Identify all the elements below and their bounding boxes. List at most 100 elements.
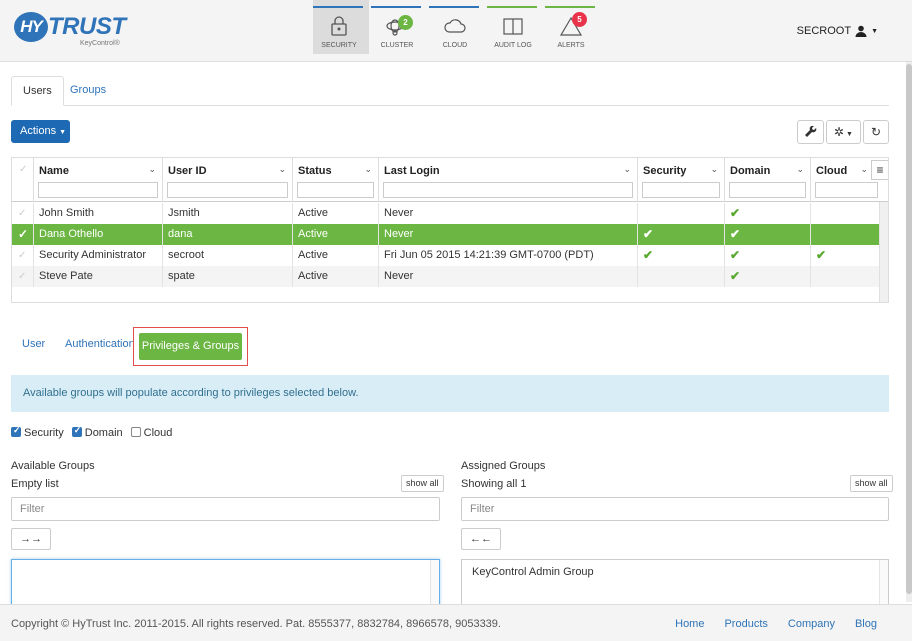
logo-subtitle: KeyControl®: [80, 40, 120, 47]
wrench-button[interactable]: [797, 120, 824, 144]
actions-button[interactable]: Actions ▼: [11, 120, 70, 143]
tab-authentication[interactable]: Authentication: [65, 338, 135, 350]
table-row[interactable]: ✓ John Smith Jsmith Active Never ✔: [12, 203, 880, 224]
tab-privileges-groups[interactable]: Privileges & Groups: [139, 333, 242, 360]
row-select-cell[interactable]: ✓: [12, 245, 34, 266]
column-user-id[interactable]: User ID ⌄: [163, 158, 293, 202]
row-select-cell[interactable]: ✓: [12, 203, 34, 224]
assigned-groups-list[interactable]: KeyControl Admin Group: [461, 559, 889, 609]
cell-status: Active: [293, 266, 379, 287]
info-alert: Available groups will populate according…: [11, 375, 889, 412]
wrench-icon: [804, 125, 816, 137]
status-filter-input[interactable]: [297, 182, 374, 198]
cloud-filter-input[interactable]: [815, 182, 878, 198]
select-all-column[interactable]: ✓: [12, 158, 34, 202]
lock-icon: [331, 16, 347, 36]
table-row[interactable]: ✓ Security Administrator secroot Active Fri …: [12, 245, 880, 266]
domain-filter-input[interactable]: [729, 182, 806, 198]
column-status[interactable]: Status ⌄: [293, 158, 379, 202]
table-row[interactable]: ✓ Steve Pate spate Active Never ✔: [12, 266, 880, 287]
refresh-icon: ↻: [870, 125, 882, 139]
column-menu-button[interactable]: ≡: [871, 160, 888, 180]
check-icon: ✔: [730, 227, 741, 241]
column-name[interactable]: Name ⌄: [34, 158, 163, 202]
app-header: HY TRUST KeyControl® SECURITY 2 CLUSTER: [0, 0, 912, 62]
footer-link-products[interactable]: Products: [724, 618, 767, 630]
column-label: Last Login: [384, 165, 440, 177]
nav-cluster[interactable]: 2 CLUSTER: [371, 0, 427, 54]
table-header: ✓ Name ⌄ User ID ⌄ Status ⌄ Last Login ⌄…: [12, 158, 888, 202]
cell-name: Steve Pate: [34, 266, 163, 287]
security-checkbox[interactable]: Security: [11, 425, 64, 439]
move-all-left-button[interactable]: ←←: [461, 528, 501, 550]
chevron-down-icon: ⌄: [710, 164, 718, 174]
domain-checkbox[interactable]: Domain: [71, 425, 123, 439]
checkbox-label: Domain: [84, 427, 123, 439]
check-icon: ✔: [730, 206, 741, 220]
menu-icon: ≡: [876, 163, 884, 177]
nav-audit-log[interactable]: AUDIT LOG: [487, 0, 543, 54]
tab-user[interactable]: User: [22, 338, 45, 350]
list-item[interactable]: KeyControl Admin Group: [472, 566, 594, 578]
column-cloud[interactable]: Cloud ⌄ ≡: [811, 158, 888, 202]
column-label: Security: [643, 165, 687, 177]
cell-last-login: Fri Jun 05 2015 14:21:39 GMT-0700 (PDT): [379, 245, 638, 266]
user-id-filter-input[interactable]: [167, 182, 288, 198]
nav-label: AUDIT LOG: [494, 42, 532, 49]
cell-user-id: Jsmith: [163, 203, 293, 224]
available-groups-list[interactable]: [11, 559, 440, 609]
table-scrollbar[interactable]: [879, 202, 888, 302]
row-select-cell[interactable]: ✓: [12, 224, 34, 245]
assigned-filter-input[interactable]: Filter: [461, 497, 889, 521]
column-domain[interactable]: Domain ⌄: [725, 158, 811, 202]
page-footer: Copyright © HyTrust Inc. 2011-2015. All …: [0, 604, 912, 641]
table-row[interactable]: ✓ Dana Othello dana Active Never ✔ ✔: [12, 224, 880, 245]
cell-domain: ✔: [725, 224, 811, 245]
chevron-down-icon: ⌄: [148, 164, 156, 174]
check-icon: ✔: [730, 269, 741, 283]
row-select-cell[interactable]: ✓: [12, 266, 34, 287]
nav-cloud[interactable]: CLOUD: [429, 0, 485, 54]
page-scrollbar[interactable]: [906, 62, 912, 602]
available-filter-input[interactable]: Filter: [11, 497, 440, 521]
hytrust-logo[interactable]: HY TRUST KeyControl®: [14, 12, 126, 52]
name-filter-input[interactable]: [38, 182, 158, 198]
assigned-show-all-button[interactable]: show all: [850, 475, 893, 492]
last-login-filter-input[interactable]: [383, 182, 633, 198]
nav-security[interactable]: SECURITY: [313, 0, 369, 54]
cell-status: Active: [293, 224, 379, 245]
list-scrollbar[interactable]: [879, 560, 888, 608]
column-last-login[interactable]: Last Login ⌄: [379, 158, 638, 202]
chevron-down-icon: ⌄: [623, 164, 631, 174]
cell-name: John Smith: [34, 203, 163, 224]
tab-groups[interactable]: Groups: [59, 76, 117, 106]
column-security[interactable]: Security ⌄: [638, 158, 725, 202]
chevron-down-icon: ⌄: [364, 164, 372, 174]
checkbox-label: Cloud: [143, 427, 173, 439]
column-label: User ID: [168, 165, 207, 177]
security-filter-input[interactable]: [642, 182, 720, 198]
cloud-checkbox[interactable]: Cloud: [130, 427, 173, 439]
cell-security: [638, 203, 725, 224]
footer-link-company[interactable]: Company: [788, 618, 835, 630]
available-show-all-button[interactable]: show all: [401, 475, 444, 492]
move-all-right-button[interactable]: →→: [11, 528, 51, 550]
refresh-button[interactable]: ↻: [863, 120, 889, 144]
nav-alerts[interactable]: 5 ALERTS: [545, 0, 601, 54]
user-menu[interactable]: SECROOT ▼: [797, 25, 878, 37]
nav-indicator: [429, 6, 479, 8]
logo-wordmark: TRUST: [48, 13, 126, 40]
checkbox-icon: [130, 427, 141, 437]
gear-icon: ✲: [834, 125, 845, 139]
settings-button[interactable]: ✲ ▼: [826, 120, 861, 144]
tab-users[interactable]: Users: [11, 76, 64, 106]
main-nav: SECURITY 2 CLUSTER CLOUD AUDIT LOG 5 ALE…: [313, 0, 603, 62]
list-scrollbar[interactable]: [430, 560, 439, 608]
footer-link-blog[interactable]: Blog: [855, 618, 877, 630]
scrollbar-thumb[interactable]: [906, 64, 912, 594]
cluster-badge: 2: [398, 15, 413, 30]
footer-link-home[interactable]: Home: [675, 618, 704, 630]
checkbox-icon: [11, 425, 21, 437]
column-label: Name: [39, 165, 69, 177]
cell-status: Active: [293, 245, 379, 266]
